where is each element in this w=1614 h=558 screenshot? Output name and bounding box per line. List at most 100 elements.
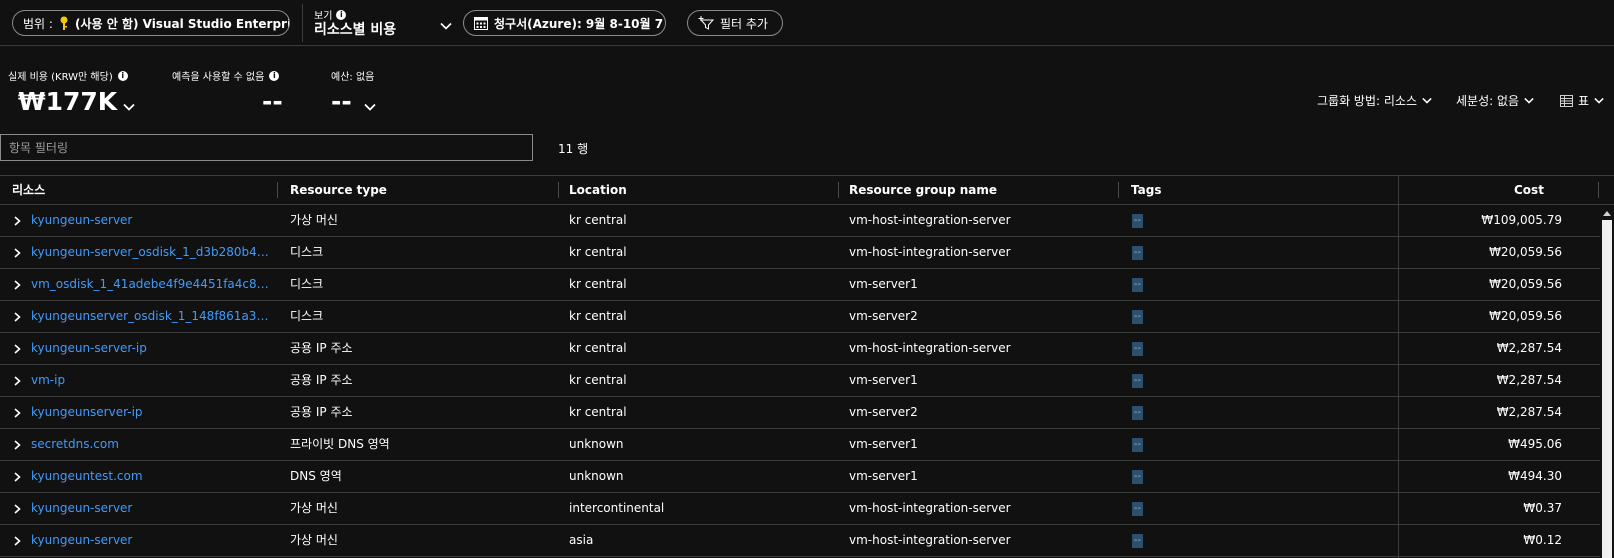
chevron-right-icon[interactable] [12, 344, 22, 354]
resource-name-link[interactable]: kyungeun-server-ip [31, 333, 276, 364]
location-cell: asia [569, 533, 594, 547]
info-icon[interactable]: i [117, 70, 128, 81]
tags-cell[interactable]: -- [1132, 502, 1143, 516]
table-row[interactable]: kyungeunserver-ip 공용 IP 주소 kr central vm-se… [0, 397, 1614, 429]
cost-cell: ₩2,287.54 [1496, 341, 1562, 355]
resource-type-cell: 프라이빗 DNS 영역 [290, 437, 390, 451]
tags-cell[interactable]: -- [1132, 214, 1143, 228]
resource-group-cell: vm-server1 [849, 277, 918, 291]
cost-cell: ₩109,005.79 [1481, 213, 1562, 227]
column-divider[interactable] [1598, 182, 1599, 198]
chevron-right-icon[interactable] [12, 376, 22, 386]
column-header-tags[interactable]: Tags [1131, 176, 1161, 204]
add-filter-button[interactable]: 필터 추가 [687, 10, 783, 36]
scroll-up-arrow-icon[interactable] [1602, 208, 1612, 218]
chevron-down-icon [1594, 97, 1604, 104]
forecast-label-row: 예측을 사용할 수 없음 i [172, 68, 283, 83]
resource-type-cell: 디스크 [290, 277, 324, 291]
column-divider[interactable] [558, 182, 559, 198]
chevron-right-icon[interactable] [12, 536, 22, 546]
resource-group-cell: vm-host-integration-server [849, 533, 1011, 547]
resource-name-link[interactable]: secretdns.com [31, 429, 276, 460]
tags-cell[interactable]: -- [1132, 278, 1143, 292]
actual-cost-value-row[interactable]: ₩177K [18, 87, 135, 116]
location-cell: unknown [569, 437, 624, 451]
resource-name-link[interactable]: kyungeun-server [31, 205, 276, 236]
chevron-right-icon[interactable] [12, 440, 22, 450]
scope-label: 범위 : [23, 16, 53, 31]
resource-group-cell: vm-server2 [849, 309, 918, 323]
tags-cell[interactable]: -- [1132, 534, 1143, 548]
resource-type-cell: 디스크 [290, 245, 324, 259]
table-row[interactable]: vm_osdisk_1_41adebe4f9e4451fa4c810aaa4..… [0, 269, 1614, 301]
budget-label: 예산: 없음 [331, 72, 375, 83]
resource-type-cell: 가상 머신 [290, 213, 338, 227]
info-icon[interactable]: i [336, 9, 347, 20]
table-icon [1560, 94, 1573, 107]
scope-pill[interactable]: 범위 : (사용 안 함) Visual Studio Enterprise..… [12, 10, 290, 36]
table-row[interactable]: kyungeunserver_osdisk_1_148f861a3476446.… [0, 301, 1614, 333]
table-row[interactable]: kyungeun-server-ip 공용 IP 주소 kr central vm-h… [0, 333, 1614, 365]
chevron-right-icon[interactable] [12, 216, 22, 226]
column-divider[interactable] [277, 182, 278, 198]
tags-cell[interactable]: -- [1132, 438, 1143, 452]
column-header-cost[interactable]: Cost [1514, 176, 1544, 204]
resource-group-cell: vm-server1 [849, 373, 918, 387]
resource-name-link[interactable]: kyungeun-server [31, 493, 276, 524]
resource-name-link[interactable]: kyungeunserver_osdisk_1_148f861a3476446.… [31, 301, 276, 332]
column-header-location[interactable]: Location [569, 176, 627, 204]
table-row[interactable]: vm-ip 공용 IP 주소 kr central vm-server1 -- ₩2,28… [0, 365, 1614, 397]
resource-type-cell: 가상 머신 [290, 501, 338, 515]
cost-cell: ₩0.37 [1523, 501, 1562, 515]
column-header-resource-type[interactable]: Resource type [290, 176, 387, 204]
table-row[interactable]: secretdns.com 프라이빗 DNS 영역 unknown vm-server… [0, 429, 1614, 461]
table-row[interactable]: kyungeun-server 가상 머신 asia vm-host-integrat… [0, 525, 1614, 557]
group-by-dropdown[interactable]: 그룹화 방법: 리소스 [1317, 92, 1432, 109]
location-cell: kr central [569, 245, 627, 259]
scrollbar-thumb[interactable] [1602, 220, 1612, 558]
column-divider[interactable] [1118, 182, 1119, 198]
table-row[interactable]: kyungeun-server_osdisk_1_d3b280b4a2454..… [0, 237, 1614, 269]
chevron-right-icon[interactable] [12, 504, 22, 514]
resource-name-link[interactable]: vm-ip [31, 365, 276, 396]
tags-cell[interactable]: -- [1132, 374, 1143, 388]
invoice-value: 청구서(Azure): 9월 8-10월 7 [494, 16, 664, 31]
location-cell: kr central [569, 373, 627, 387]
tags-cell[interactable]: -- [1132, 246, 1143, 260]
column-header-resource[interactable]: 리소스 [12, 176, 45, 204]
budget-value-row[interactable]: -- [331, 87, 376, 116]
resource-name-link[interactable]: vm_osdisk_1_41adebe4f9e4451fa4c810aaa4..… [31, 269, 276, 300]
key-icon [59, 16, 69, 30]
forecast-kpi: 예측을 사용할 수 없음 i -- [172, 68, 283, 116]
view-selector[interactable]: 보기 i 리소스별 비용 [314, 4, 452, 42]
chevron-right-icon[interactable] [12, 248, 22, 258]
resource-name-link[interactable]: kyungeun-server [31, 525, 276, 556]
location-cell: kr central [569, 341, 627, 355]
item-filter-input[interactable] [0, 134, 533, 161]
chevron-down-icon [440, 22, 452, 30]
tags-cell[interactable]: -- [1132, 406, 1143, 420]
chevron-right-icon[interactable] [12, 312, 22, 322]
location-cell: kr central [569, 309, 627, 323]
column-divider[interactable] [838, 182, 839, 198]
actual-cost-label: 실제 비용 (KRW만 해당) [8, 72, 113, 83]
info-icon[interactable]: i [269, 70, 280, 81]
cost-cell: ₩495.06 [1508, 437, 1562, 451]
invoice-pill[interactable]: 청구서(Azure): 9월 8-10월 7 [463, 10, 666, 36]
resource-name-link[interactable]: kyungeuntest.com [31, 461, 276, 492]
view-type-dropdown[interactable]: 표 [1560, 92, 1604, 109]
table-row[interactable]: kyungeun-server 가상 머신 kr central vm-host-in… [0, 205, 1614, 237]
granularity-dropdown[interactable]: 세분성: 없음 [1456, 92, 1534, 109]
resource-name-link[interactable]: kyungeun-server_osdisk_1_d3b280b4a2454..… [31, 237, 276, 268]
table-row[interactable]: kyungeuntest.com DNS 영역 unknown vm-server1 -… [0, 461, 1614, 493]
column-header-resource-group[interactable]: Resource group name [849, 176, 997, 204]
tags-cell[interactable]: -- [1132, 470, 1143, 484]
resource-name-link[interactable]: kyungeunserver-ip [31, 397, 276, 428]
chevron-right-icon[interactable] [12, 472, 22, 482]
table-row[interactable]: kyungeun-server 가상 머신 intercontinental vm-h… [0, 493, 1614, 525]
cost-cell: ₩2,287.54 [1496, 405, 1562, 419]
chevron-right-icon[interactable] [12, 280, 22, 290]
tags-cell[interactable]: -- [1132, 342, 1143, 356]
tags-cell[interactable]: -- [1132, 310, 1143, 324]
chevron-right-icon[interactable] [12, 408, 22, 418]
